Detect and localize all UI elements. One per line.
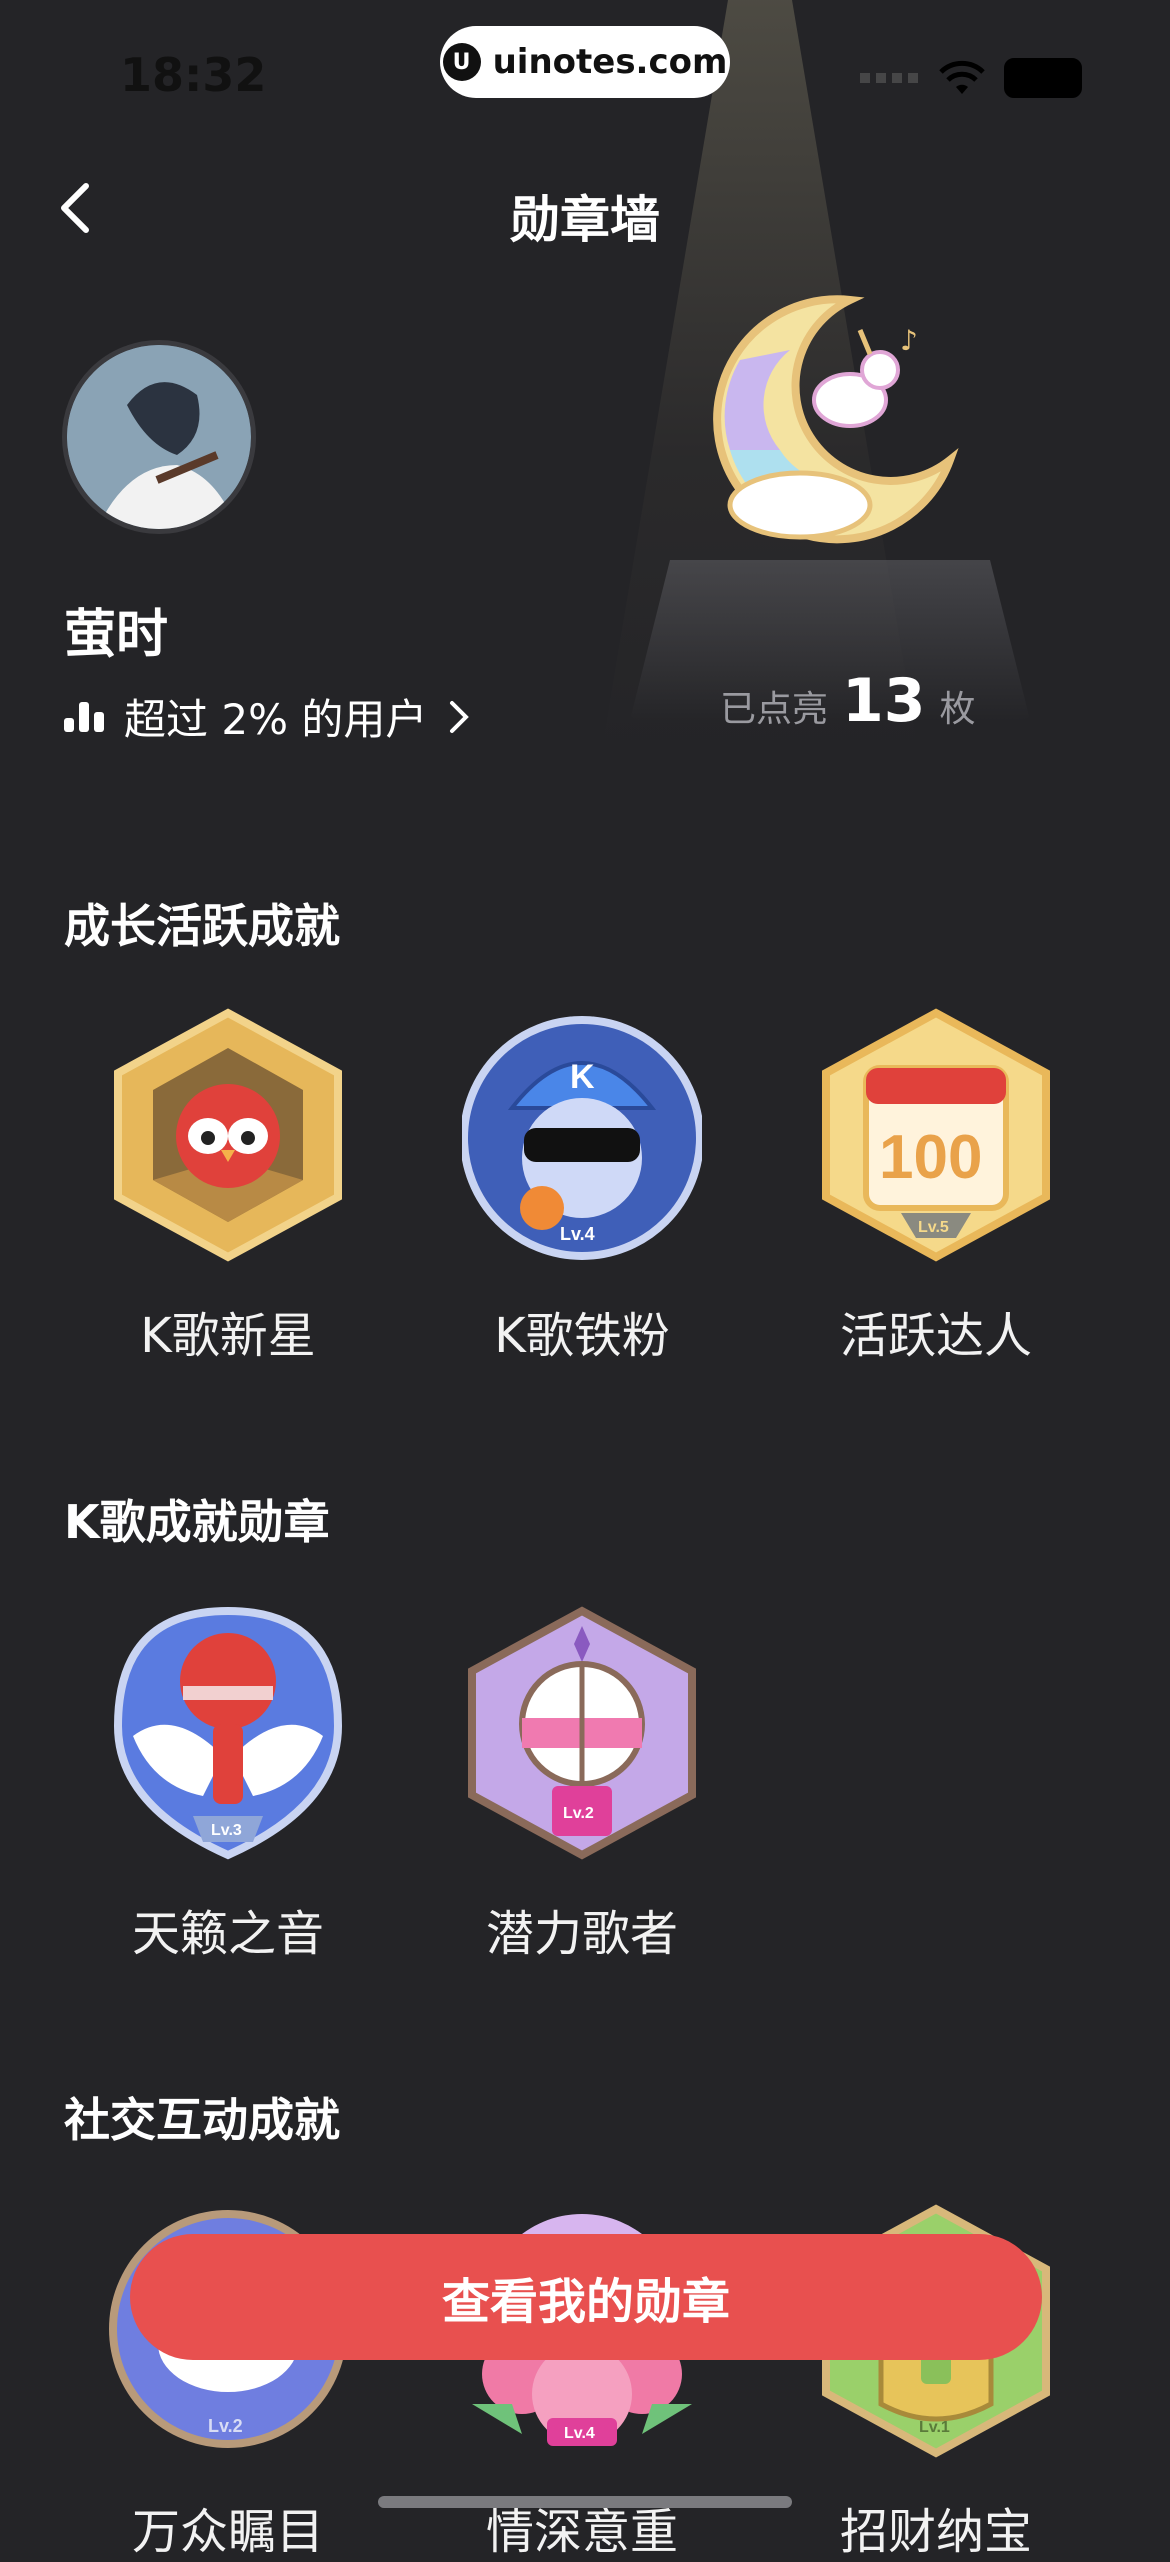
view-my-badges-button[interactable]: 查看我的勋章	[130, 2234, 1042, 2360]
svg-text:K: K	[570, 1058, 595, 1096]
badge-label: 天籁之音	[131, 1906, 324, 1962]
lit-number: 13	[842, 666, 926, 736]
badge-active-master[interactable]: 100 Lv.5 活跃达人	[796, 1008, 1076, 1366]
badge-level: Lv.5	[918, 1219, 949, 1236]
chevron-right-icon	[450, 700, 470, 733]
section-title-growth: 成长活跃成就	[64, 899, 340, 953]
badge-number: 100	[879, 1123, 982, 1192]
badge-level: Lv.3	[211, 1822, 242, 1839]
lit-count: 已点亮 13 枚	[720, 666, 976, 736]
lit-suffix: 枚	[939, 689, 976, 730]
winged-microphone-badge-icon: Lv.3	[113, 1606, 343, 1860]
rank-text: 超过 2% 的用户	[124, 695, 428, 744]
ranking-bars-icon	[64, 701, 104, 732]
url-pill: U uinotes.com	[440, 26, 730, 98]
badge-label: K歌铁粉	[494, 1308, 670, 1364]
badge-level: Lv.4	[564, 2425, 595, 2442]
username: 萤时	[64, 605, 169, 665]
badge-level: Lv.4	[560, 1224, 595, 1244]
status-time: 18:32	[120, 48, 267, 102]
badge-label: 潜力歌者	[485, 1906, 678, 1962]
home-indicator	[378, 2496, 792, 2508]
lit-prefix: 已点亮	[720, 689, 829, 730]
page-title: 勋章墙	[510, 191, 660, 249]
section-title-ksong: K歌成就勋章	[64, 1495, 330, 1549]
svg-text:♪: ♪	[900, 324, 918, 357]
avatar[interactable]	[62, 340, 256, 534]
badge-label: 招财纳宝	[839, 2504, 1032, 2560]
signal-icon	[860, 73, 920, 83]
status-icons	[860, 58, 1082, 98]
calendar-100-badge-icon: 100 Lv.5	[822, 1008, 1050, 1262]
badge-level: Lv.2	[208, 2416, 243, 2436]
cardinal-hexagon-badge-icon	[114, 1008, 342, 1262]
sunglasses-singer-badge-icon: K Lv.4	[462, 1016, 702, 1260]
battery-icon	[1004, 58, 1082, 98]
featured-moon-unicorn-badge-icon[interactable]: ♪	[700, 290, 960, 550]
badge-label: K歌新星	[140, 1308, 316, 1364]
section-title-social: 社交互动成就	[64, 2093, 340, 2147]
avatar-illustration	[67, 345, 251, 529]
badge-k-song-newstar[interactable]: K歌新星	[88, 1008, 368, 1366]
badge-label: 活跃达人	[839, 1308, 1032, 1364]
badge-k-song-fan[interactable]: K Lv.4 K歌铁粉	[442, 1008, 722, 1366]
purple-microphone-badge-icon: Lv.2	[468, 1606, 696, 1860]
badge-level: Lv.1	[919, 2419, 950, 2436]
wifi-icon	[939, 60, 985, 94]
rank-link[interactable]: 超过 2% 的用户	[64, 686, 471, 747]
badge-level: Lv.2	[563, 1805, 594, 1822]
site-logo-icon: U	[442, 43, 481, 81]
badge-heavenly-voice[interactable]: Lv.3 天籁之音	[88, 1606, 368, 1964]
url-text: uinotes.com	[492, 42, 728, 82]
badge-potential-singer[interactable]: Lv.2 潜力歌者	[442, 1606, 722, 1964]
badge-label: 万众瞩目	[131, 2504, 324, 2560]
